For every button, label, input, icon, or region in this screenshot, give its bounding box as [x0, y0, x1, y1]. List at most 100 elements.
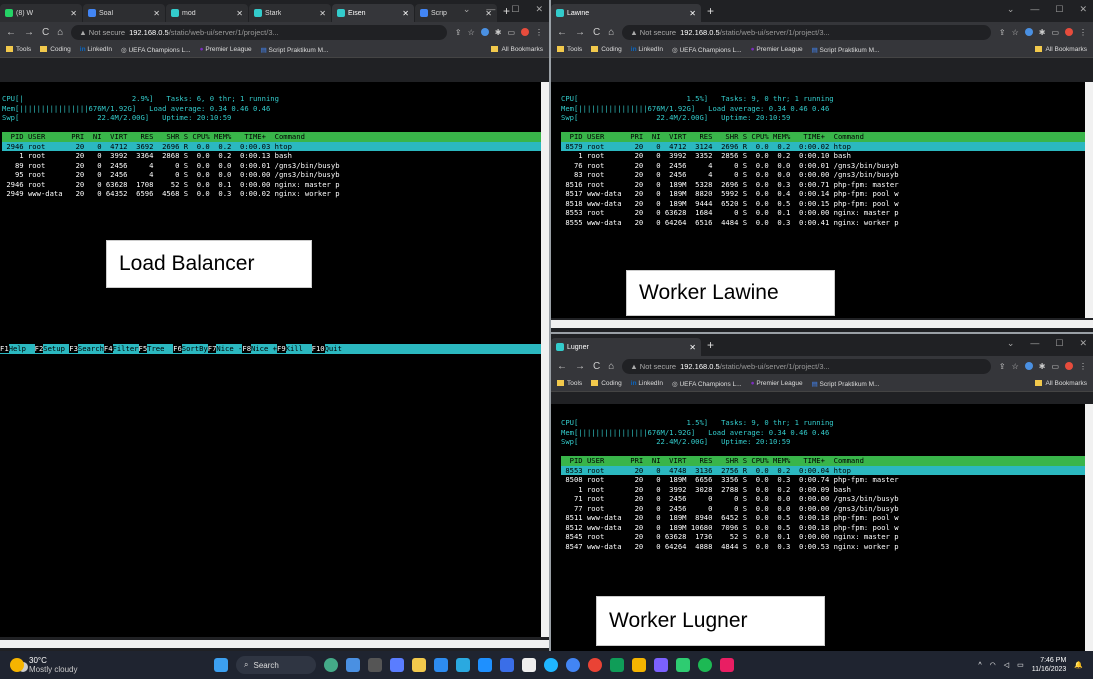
tab-1[interactable]: Soal ✕: [83, 4, 165, 22]
htop-selected-row[interactable]: 8579 root 20 0 4712 3124 2696 R 0.0 0.2 …: [561, 141, 1085, 151]
close-tab-icon[interactable]: ✕: [685, 9, 696, 18]
maximize-button[interactable]: ☐: [1055, 4, 1063, 15]
htop-process-row[interactable]: 83 root 20 0 2456 4 0 S 0.0 0.0 0:00.00 …: [561, 170, 1085, 180]
all-bookmarks[interactable]: All Bookmarks: [491, 46, 543, 53]
vertical-scrollbar[interactable]: [1085, 404, 1093, 651]
home-icon[interactable]: ⌂: [608, 361, 614, 372]
close-tab-icon[interactable]: ✕: [149, 9, 160, 18]
bookmark-tools[interactable]: Tools: [6, 46, 31, 53]
weather-widget[interactable]: 30°C Mostly cloudy: [0, 656, 200, 674]
notification-bell-icon[interactable]: 🔔: [1074, 661, 1083, 669]
menu-icon[interactable]: ⋮: [1079, 362, 1087, 371]
bookmark-linkedin[interactable]: in LinkedIn: [631, 380, 663, 387]
forward-icon[interactable]: →: [575, 27, 585, 38]
file-explorer-icon[interactable]: [412, 658, 426, 672]
share-icon[interactable]: ⇪: [999, 362, 1006, 371]
htop-process-row[interactable]: 8508 root 20 0 189M 6656 3356 S 0.0 0.3 …: [561, 475, 1085, 485]
htop-process-row[interactable]: 8511 www-data 20 0 189M 8940 6452 S 0.0 …: [561, 513, 1085, 523]
cast-icon[interactable]: ▭: [507, 28, 515, 37]
bookmark-linkedin[interactable]: in LinkedIn: [80, 46, 112, 53]
app-icon[interactable]: [720, 658, 734, 672]
star-icon[interactable]: ☆: [1012, 28, 1019, 37]
chevron-down-icon[interactable]: ⌄: [1007, 338, 1015, 349]
tab-lugner[interactable]: Lugner ✕: [551, 338, 701, 356]
teams-icon[interactable]: [346, 658, 360, 672]
battery-icon[interactable]: ▭: [1017, 661, 1024, 669]
close-tab-icon[interactable]: ✕: [398, 9, 409, 18]
close-button[interactable]: ✕: [1079, 4, 1087, 15]
volume-icon[interactable]: ◁: [1004, 661, 1009, 669]
htop-process-row[interactable]: 8512 www-data 20 0 189M 10680 7096 S 0.0…: [561, 523, 1085, 533]
htop-process-row[interactable]: 1 root 20 0 3992 3028 2788 S 0.0 0.2 0:0…: [561, 485, 1085, 495]
htop-process-row[interactable]: 71 root 20 0 2456 0 0 S 0.0 0.0 0:00.00 …: [561, 494, 1085, 504]
extension-icon[interactable]: [1024, 28, 1033, 36]
close-tab-icon[interactable]: ✕: [315, 9, 326, 18]
htop-process-row[interactable]: 2949 www-data 20 0 64352 6596 4568 S 0.0…: [2, 189, 541, 199]
app-icon[interactable]: [610, 658, 624, 672]
htop-selected-row[interactable]: 2946 root 20 0 4712 3692 2696 R 0.0 0.2 …: [2, 141, 541, 151]
htop-process-row[interactable]: 8553 root 20 0 63628 1684 0 S 0.0 0.1 0:…: [561, 208, 1085, 218]
cast-icon[interactable]: ▭: [1051, 362, 1059, 371]
star-icon[interactable]: ☆: [1012, 362, 1019, 371]
back-icon[interactable]: ←: [6, 27, 16, 38]
windows-start-icon[interactable]: [214, 658, 228, 672]
htop-process-row[interactable]: 77 root 20 0 2456 0 0 S 0.0 0.0 0:00.00 …: [561, 504, 1085, 514]
minimize-button[interactable]: —: [1030, 4, 1039, 15]
task-view-icon[interactable]: [368, 658, 382, 672]
widgets-icon[interactable]: [324, 658, 338, 672]
reload-icon[interactable]: C: [593, 27, 600, 38]
close-button[interactable]: ✕: [1079, 338, 1087, 349]
htop-process-row[interactable]: 95 root 20 0 2456 4 0 S 0.0 0.0 0:00.00 …: [2, 170, 541, 180]
htop-process-row[interactable]: 8517 www-data 20 0 189M 8820 5992 S 0.0 …: [561, 189, 1085, 199]
bookmark-script[interactable]: ▤ Script Praktikum M...: [812, 46, 880, 54]
tab-2[interactable]: mod ✕: [166, 4, 248, 22]
not-secure-badge[interactable]: ▲ Not secure: [79, 28, 125, 37]
taskbar-search[interactable]: ⌕ Search: [236, 656, 316, 674]
wifi-icon[interactable]: ◠: [990, 661, 996, 669]
edge-icon[interactable]: [544, 658, 558, 672]
cast-icon[interactable]: ▭: [1051, 28, 1059, 37]
function-key[interactable]: F3: [69, 344, 78, 353]
function-key[interactable]: F9: [277, 344, 286, 353]
puzzle-icon[interactable]: ✱: [1039, 28, 1046, 37]
htop-process-row[interactable]: 8545 root 20 0 63628 1736 52 S 0.0 0.1 0…: [561, 532, 1085, 542]
clock[interactable]: 7:46 PM 11/16/2023: [1032, 656, 1067, 674]
zoom-icon[interactable]: [566, 658, 580, 672]
bookmark-uefa[interactable]: ◎ UEFA Champions L...: [672, 46, 742, 54]
horizontal-scrollbar[interactable]: [551, 320, 1093, 328]
extension-icon[interactable]: [1024, 362, 1033, 370]
tab-4[interactable]: Eisen ✕: [332, 4, 414, 22]
forward-icon[interactable]: →: [575, 361, 585, 372]
close-tab-icon[interactable]: ✕: [685, 343, 696, 352]
htop-process-row[interactable]: 89 root 20 0 2456 4 0 S 0.0 0.0 0:00.01 …: [2, 161, 541, 171]
profile-avatar[interactable]: [1065, 362, 1073, 370]
chat-icon[interactable]: [390, 658, 404, 672]
maximize-button[interactable]: ☐: [1055, 338, 1063, 349]
forward-icon[interactable]: →: [24, 27, 34, 38]
htop-process-row[interactable]: 8516 root 20 0 189M 5328 2696 S 0.0 0.3 …: [561, 180, 1085, 190]
bookmark-coding[interactable]: Coding: [591, 380, 622, 387]
app-icon[interactable]: [456, 658, 470, 672]
tab-0[interactable]: (8) W ✕: [0, 4, 82, 22]
htop-process-row[interactable]: 8555 www-data 20 0 64264 6516 4484 S 0.0…: [561, 218, 1085, 228]
minimize-button[interactable]: —: [486, 4, 495, 15]
htop-process-row[interactable]: 76 root 20 0 2456 4 0 S 0.0 0.0 0:00.01 …: [561, 161, 1085, 171]
extension-icon[interactable]: [480, 28, 489, 36]
bookmark-script[interactable]: ▤ Script Praktikum M...: [261, 46, 329, 54]
minimize-button[interactable]: —: [1030, 338, 1039, 349]
menu-icon[interactable]: ⋮: [1079, 28, 1087, 37]
bookmark-premier-league[interactable]: ● Premier League: [751, 46, 803, 53]
close-button[interactable]: ✕: [535, 4, 543, 15]
home-icon[interactable]: ⌂: [608, 27, 614, 38]
new-tab-button[interactable]: +: [702, 338, 719, 352]
back-icon[interactable]: ←: [557, 27, 567, 38]
chrome-icon[interactable]: [588, 658, 602, 672]
close-tab-icon[interactable]: ✕: [232, 9, 243, 18]
function-key[interactable]: F8: [242, 344, 252, 353]
not-secure-badge[interactable]: ▲ Not secure: [630, 28, 676, 37]
bookmark-premier-league[interactable]: ● Premier League: [751, 380, 803, 387]
function-key[interactable]: F5: [138, 344, 148, 353]
check-icon[interactable]: [676, 658, 690, 672]
htop-process-row[interactable]: 1 root 20 0 3992 3364 2868 S 0.0 0.2 0:0…: [2, 151, 541, 161]
address-bar[interactable]: ▲ Not secure 192.168.0.5 /static/web-ui/…: [71, 24, 447, 40]
